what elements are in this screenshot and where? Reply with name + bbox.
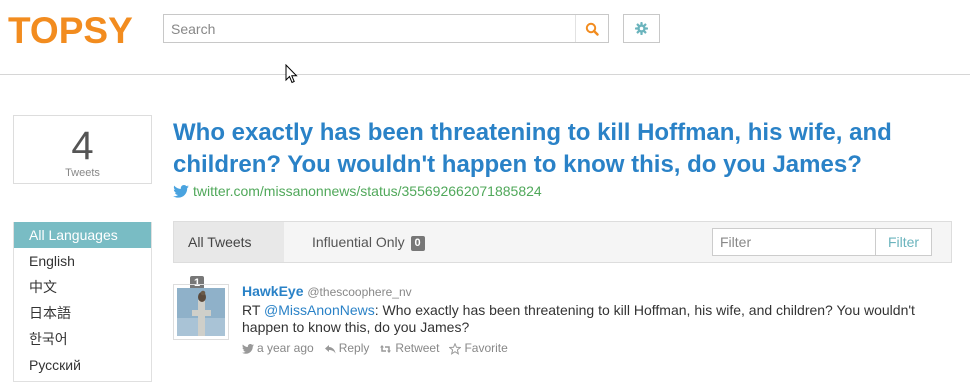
tweet-tabs: All Tweets 1 Influential Only 0 Filter [173, 221, 952, 291]
language-item-all[interactable]: All Languages [14, 222, 151, 248]
search-icon [585, 22, 599, 36]
mouse-cursor-icon [285, 64, 298, 84]
source-link-text[interactable]: twitter.com/missanonnews/status/35569266… [193, 183, 542, 199]
twitter-bird-icon [242, 343, 254, 354]
star-icon [449, 342, 462, 355]
tab-all-tweets[interactable]: All Tweets 1 [174, 222, 284, 291]
topsy-logo[interactable]: TOPSY [8, 10, 133, 52]
reply-icon [324, 344, 336, 353]
source-link[interactable]: twitter.com/missanonnews/status/35569266… [173, 183, 542, 199]
tab-influential-count: 0 [410, 236, 425, 251]
twitter-bird-icon [173, 184, 189, 198]
top-header: TOPSY [0, 0, 970, 75]
retweet-icon [380, 344, 392, 353]
language-item-russian[interactable]: Русский [14, 352, 151, 378]
language-list: All Languages English 中文 日本語 한국어 Русский [13, 222, 152, 382]
tweet-count: 4 [71, 124, 94, 168]
tweet-prefix: RT [242, 302, 265, 318]
tweet-count-label: Tweets [65, 167, 100, 179]
tweet-mention[interactable]: @MissAnonNews [264, 302, 375, 318]
search-input[interactable] [164, 15, 588, 42]
retweet-button[interactable]: Retweet [379, 340, 439, 357]
reply-button[interactable]: Reply [324, 340, 370, 357]
language-item-english[interactable]: English [14, 248, 151, 274]
tab-influential-only[interactable]: Influential Only 0 [298, 222, 439, 262]
tweet-author[interactable]: HawkEye [242, 283, 303, 299]
tweet-text: RT @MissAnonNews: Who exactly has been t… [242, 302, 942, 336]
tab-influential-label: Influential Only [312, 234, 405, 250]
reply-label: Reply [338, 341, 370, 355]
page-title: Who exactly has been threatening to kill… [173, 119, 892, 178]
retweet-label: Retweet [395, 341, 440, 355]
tweet-time[interactable]: a year ago [242, 340, 314, 357]
favorite-label: Favorite [464, 341, 508, 355]
tweet-handle[interactable]: @thescoophere_nv [307, 285, 411, 299]
search-box [163, 14, 609, 43]
language-item-chinese[interactable]: 中文 [14, 274, 151, 300]
tweet-actions: a year ago Reply Retweet Favorite [242, 340, 942, 357]
tweet-time-label: a year ago [257, 341, 314, 355]
tweet-item: HawkEye @thescoophere_nv RT @MissAnonNew… [242, 283, 942, 357]
language-item-korean[interactable]: 한국어 [14, 326, 151, 352]
tweet-count-box: 4 Tweets [13, 115, 152, 184]
filter-button[interactable]: Filter [876, 228, 932, 256]
settings-button[interactable] [623, 14, 660, 43]
gear-icon [635, 22, 648, 35]
search-button[interactable] [575, 15, 608, 42]
filter-input[interactable] [712, 228, 876, 256]
language-item-japanese[interactable]: 日本語 [14, 300, 151, 326]
avatar[interactable] [173, 284, 229, 340]
avatar-image [177, 288, 225, 336]
tab-all-tweets-label: All Tweets [188, 234, 252, 250]
favorite-button[interactable]: Favorite [449, 340, 508, 357]
